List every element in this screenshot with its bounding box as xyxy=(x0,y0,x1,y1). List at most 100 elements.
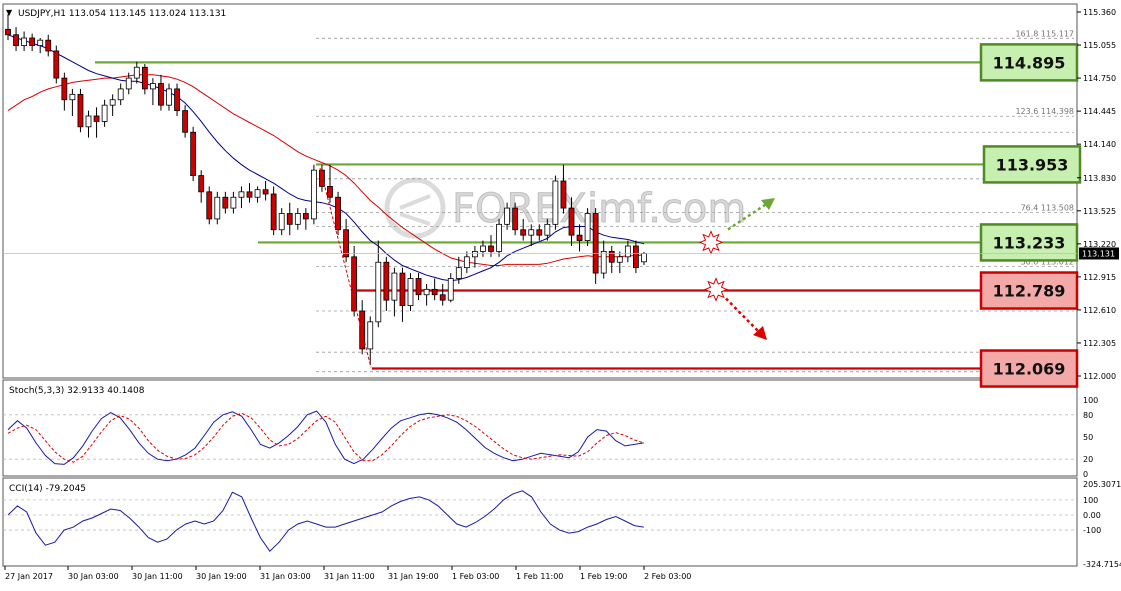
candle-body xyxy=(560,180,567,209)
fib-label: 123.6 114.398 xyxy=(1015,107,1074,116)
candle-body xyxy=(359,310,366,350)
candle-body xyxy=(544,223,551,236)
candle-body xyxy=(496,223,502,252)
candle-body xyxy=(117,88,124,101)
candle-body xyxy=(480,245,486,252)
candle-body xyxy=(616,256,623,263)
stochastic-panel[interactable] xyxy=(2,379,1078,477)
candle-body xyxy=(608,251,615,263)
candle-body xyxy=(270,193,277,231)
time-tick-label: 31 Jan 11:00 xyxy=(324,572,375,581)
fib-label: 161.8 115.117 xyxy=(1015,29,1074,38)
stoch-tick-label: 0 xyxy=(1083,470,1088,479)
candle-body xyxy=(383,261,390,301)
price-tick-label: 114.140 xyxy=(1083,140,1116,149)
candle-body xyxy=(21,37,28,46)
candle-body xyxy=(431,288,438,296)
price-tick-label: 114.445 xyxy=(1083,107,1116,116)
candle-body xyxy=(447,278,454,301)
candle-body xyxy=(568,207,575,236)
price-tick-label: 113.830 xyxy=(1083,174,1116,183)
candle-body xyxy=(230,196,237,209)
cci-tick-label: 0.00 xyxy=(1083,511,1101,520)
candle-body xyxy=(198,175,205,193)
candle-body xyxy=(141,66,148,90)
candle-body xyxy=(278,213,285,231)
candle-body xyxy=(641,253,647,263)
trading-chart[interactable]: 161.8 115.117 123.6 114.398 76.4 113.508 50… xyxy=(0,0,1121,588)
stoch-tick-label: 50 xyxy=(1083,433,1093,442)
candle-body xyxy=(133,66,140,79)
candle-body xyxy=(488,245,494,252)
time-axis[interactable]: 27 Jan 2017 30 Jan 03:00 30 Jan 11:00 30 Ja… xyxy=(4,566,691,581)
time-tick-label: 31 Jan 03:00 xyxy=(260,572,311,581)
candle-body xyxy=(504,207,511,225)
candle-body xyxy=(262,189,269,195)
cci-title: CCI(14) -79.2045 xyxy=(9,484,86,494)
candle-body xyxy=(214,196,221,220)
candle-body xyxy=(310,169,317,220)
time-tick-label: 2 Feb 03:00 xyxy=(644,572,691,581)
candle-body xyxy=(528,229,535,236)
stoch-tick-label: 100 xyxy=(1083,396,1098,405)
cci-tick-label: 205.3071 xyxy=(1083,480,1121,489)
time-tick-label: 31 Jan 19:00 xyxy=(388,572,439,581)
time-tick-label: 1 Feb 11:00 xyxy=(516,572,563,581)
breakdown-burst-icon xyxy=(703,277,729,302)
candle-body xyxy=(343,229,350,258)
symbol-menu-icon[interactable]: ▼ xyxy=(6,8,13,17)
candle-body xyxy=(85,115,92,128)
candle-body xyxy=(5,28,11,36)
candle-body xyxy=(439,294,446,301)
candle-body xyxy=(351,256,358,312)
cci-tick-label: -324.7154 xyxy=(1083,560,1121,569)
candle-body xyxy=(37,39,44,46)
candle-body xyxy=(415,278,422,296)
current-price-label: 113.131 xyxy=(1082,249,1115,258)
cci-tick-label: -100 xyxy=(1083,526,1101,535)
candle-body xyxy=(109,99,116,106)
time-tick-label: 30 Jan 11:00 xyxy=(132,572,183,581)
candle-body xyxy=(149,83,156,90)
candle-body xyxy=(407,278,414,306)
price-tick-label: 115.360 xyxy=(1083,8,1116,17)
candle-body xyxy=(633,245,639,269)
candle-body xyxy=(53,50,60,79)
cci-tick-label: 100 xyxy=(1083,496,1098,505)
candle-body xyxy=(93,115,100,122)
candle-body xyxy=(238,191,245,198)
candle-body xyxy=(222,196,229,209)
candle-body xyxy=(327,186,333,198)
level-box-label: 114.895 xyxy=(993,53,1066,72)
candle-body xyxy=(399,272,406,306)
candle-body xyxy=(576,234,583,241)
price-tick-label: 115.055 xyxy=(1083,41,1116,50)
cci-panel[interactable] xyxy=(2,477,1078,567)
candle-body xyxy=(455,267,462,279)
candle-body xyxy=(471,251,478,258)
candle-body xyxy=(624,245,631,258)
candle-body xyxy=(246,191,253,198)
time-tick-label: 30 Jan 19:00 xyxy=(196,572,247,581)
level-box-label: 112.789 xyxy=(993,282,1066,301)
candle-body xyxy=(584,213,591,241)
price-tick-label: 113.525 xyxy=(1083,207,1116,216)
stoch-tick-label: 20 xyxy=(1083,455,1093,464)
chart-canvas[interactable]: 161.8 115.117 123.6 114.398 76.4 113.508 50… xyxy=(0,0,1121,588)
candle-body xyxy=(190,131,197,176)
candle-body xyxy=(45,39,52,52)
candle-body xyxy=(375,261,382,323)
candle-body xyxy=(166,88,172,106)
price-tick-label: 112.000 xyxy=(1083,372,1116,381)
level-box-label: 112.069 xyxy=(993,360,1066,379)
candle-body xyxy=(512,207,519,231)
candle-body xyxy=(552,180,559,225)
breakout-burst-icon xyxy=(698,230,724,255)
time-tick-label: 30 Jan 03:00 xyxy=(68,572,119,581)
candle-body xyxy=(600,251,607,274)
candle-body xyxy=(463,256,470,269)
chart-title: USDJPY,H1 113.054 113.145 113.024 113.13… xyxy=(18,9,226,19)
candle-body xyxy=(101,104,108,122)
level-box-label: 113.233 xyxy=(993,233,1066,252)
candle-body xyxy=(592,213,599,274)
